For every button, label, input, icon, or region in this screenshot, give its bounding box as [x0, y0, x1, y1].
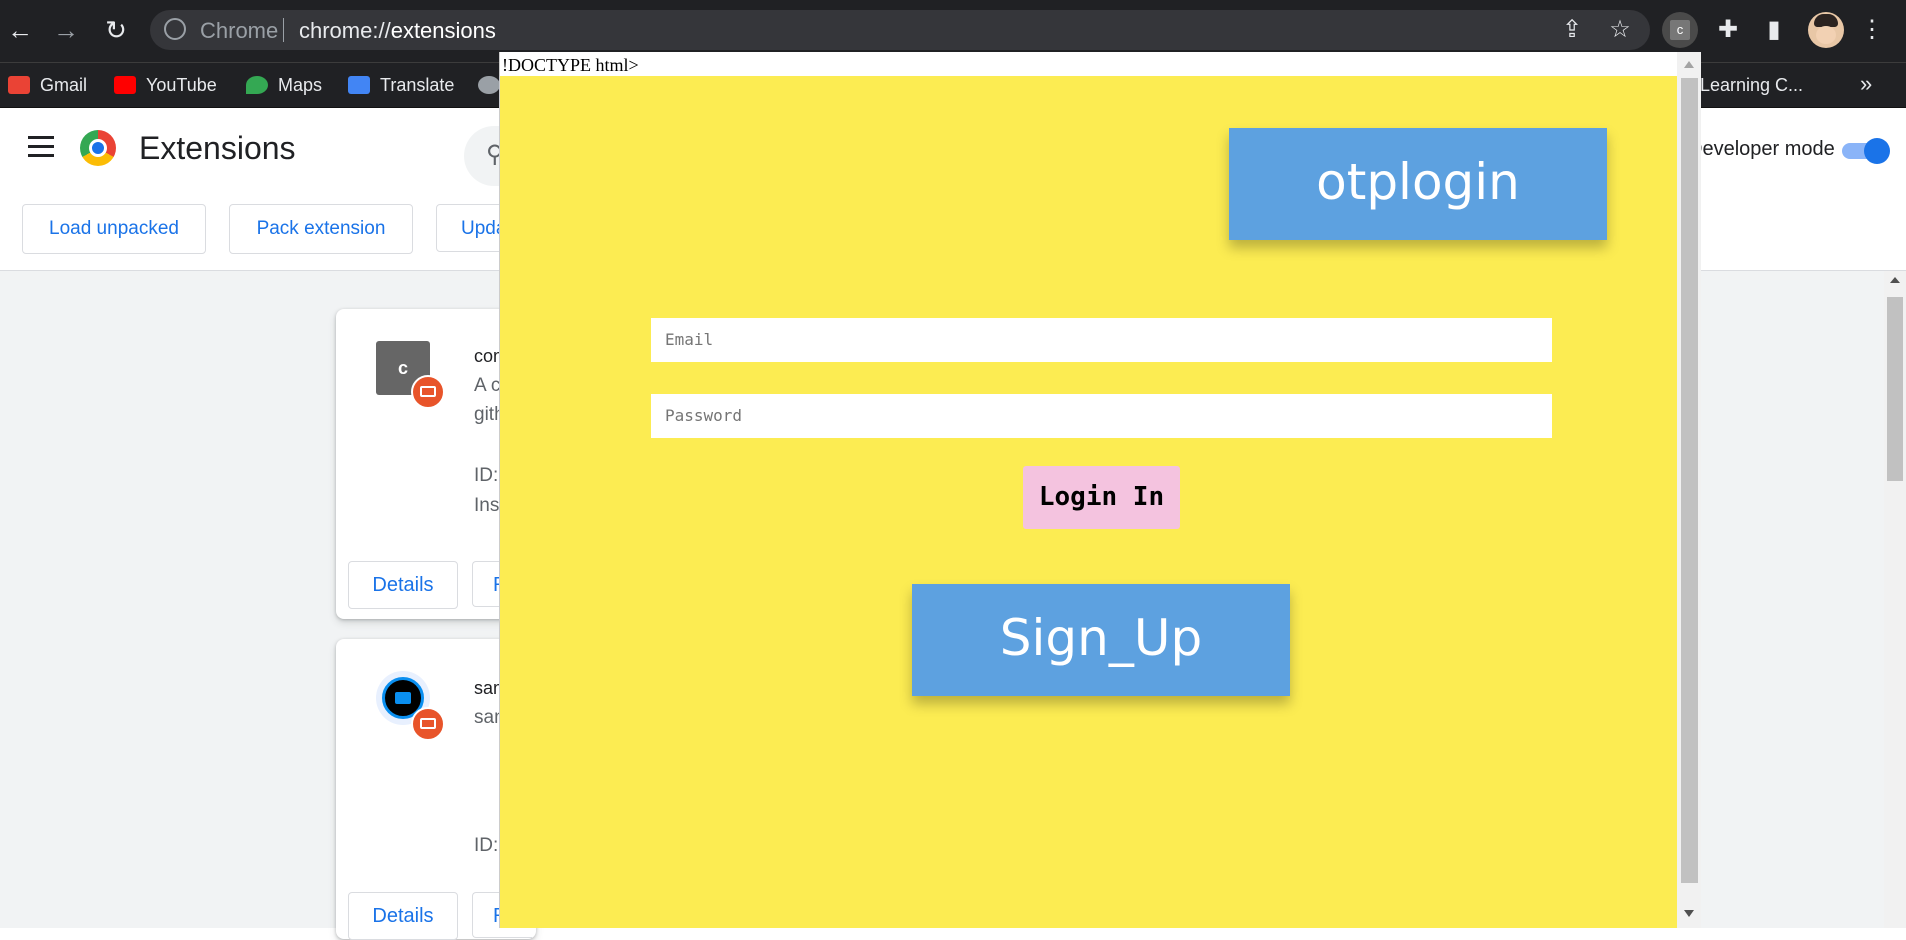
details-button[interactable]: Details: [348, 561, 458, 609]
scrollbar-thumb[interactable]: [1887, 297, 1903, 481]
menu-kebab-icon[interactable]: ⋮: [1854, 12, 1890, 48]
login-button[interactable]: Login In: [1023, 466, 1180, 529]
bookmark-maps[interactable]: Maps: [246, 73, 322, 97]
extensions-puzzle-icon[interactable]: ✚: [1710, 12, 1746, 48]
load-unpacked-button[interactable]: Load unpacked: [22, 204, 206, 254]
bookmark-gmail[interactable]: Gmail: [8, 73, 87, 97]
extension-description: A c: [474, 375, 501, 396]
scroll-up-arrow-icon[interactable]: [1890, 277, 1900, 283]
extension-chip-letter: c: [1670, 20, 1690, 40]
otplogin-button[interactable]: otplogin: [1229, 128, 1607, 240]
address-bar[interactable]: Chrome chrome://extensions ⇪ ☆: [150, 10, 1650, 50]
signup-button[interactable]: Sign_Up: [912, 584, 1290, 696]
extension-popup: !DOCTYPE html> otplogin Login In Sign_Up: [499, 52, 1701, 928]
extension-id-label: ID:: [474, 835, 499, 856]
omnibox-scheme-label: Chrome: [200, 18, 279, 43]
gmail-icon: [8, 76, 30, 94]
pack-extension-button[interactable]: Pack extension: [229, 204, 413, 254]
maps-icon: [246, 76, 268, 94]
page-title: Extensions: [139, 130, 296, 166]
popup-scrollbar-thumb[interactable]: [1681, 78, 1698, 883]
site-info-icon[interactable]: [164, 18, 186, 40]
doctype-text: !DOCTYPE html>: [500, 52, 1679, 76]
bookmark-youtube[interactable]: YouTube: [114, 73, 217, 97]
url-prefix: chrome://: [299, 18, 391, 43]
bookmark-label: YouTube: [146, 75, 217, 95]
chrome-logo-icon: [80, 130, 116, 166]
bookmark-translate[interactable]: Translate: [348, 73, 454, 97]
email-field[interactable]: [651, 318, 1552, 362]
scroll-down-arrow-icon[interactable]: [1684, 910, 1694, 917]
bookmark-star-icon[interactable]: ☆: [1602, 12, 1638, 48]
hamburger-menu-icon[interactable]: [28, 136, 54, 158]
popup-scrollbar[interactable]: [1677, 52, 1701, 928]
bookmark-label: Translate: [380, 75, 455, 95]
bookmark-label: Maps: [278, 75, 323, 95]
side-panel-icon[interactable]: ▮: [1756, 12, 1792, 48]
youtube-icon: [114, 76, 136, 94]
extension-c-icon[interactable]: c: [1662, 12, 1698, 48]
unpacked-badge-icon: [411, 375, 445, 409]
developer-mode-toggle[interactable]: [1842, 138, 1890, 164]
extension-installed-label: Ins: [474, 495, 500, 516]
back-arrow-icon[interactable]: ←: [0, 10, 40, 50]
bookmark-learning[interactable]: Learning C...: [1700, 73, 1803, 97]
omnibox-separator: [283, 18, 284, 42]
bookmark-label: Gmail: [40, 75, 88, 95]
reload-icon[interactable]: ↻: [96, 10, 136, 50]
translate-icon: [348, 76, 370, 94]
details-button[interactable]: Details: [348, 892, 458, 940]
extension-id-label: ID:: [474, 465, 499, 486]
developer-mode-label: Developer mode: [1688, 138, 1835, 160]
url-host: extensions: [390, 18, 496, 43]
omnibox-url[interactable]: chrome://extensions: [299, 18, 496, 44]
scroll-up-arrow-icon[interactable]: [1684, 61, 1694, 68]
profile-avatar[interactable]: [1808, 12, 1844, 48]
more-bookmarks-chevron-icon[interactable]: »: [1860, 71, 1872, 97]
share-icon[interactable]: ⇪: [1554, 12, 1590, 48]
unpacked-badge-icon: [411, 707, 445, 741]
page-scrollbar[interactable]: [1884, 271, 1906, 928]
forward-arrow-icon[interactable]: →: [46, 10, 86, 50]
password-field[interactable]: [651, 394, 1552, 438]
